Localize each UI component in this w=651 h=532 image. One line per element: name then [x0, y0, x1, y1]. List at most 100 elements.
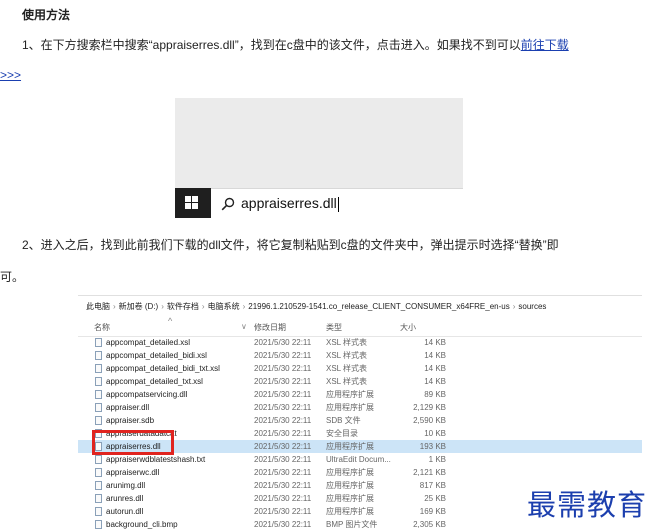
- column-headers: ^ 名称 ∨ 修改日期 类型 大小: [78, 316, 642, 337]
- file-name: arunimg.dll: [106, 481, 146, 490]
- file-icon: [95, 481, 102, 490]
- file-icon: [95, 338, 102, 347]
- file-date: 2021/5/30 22:11: [254, 416, 312, 425]
- file-date: 2021/5/30 22:11: [254, 507, 312, 516]
- file-type: XSL 样式表: [326, 338, 368, 347]
- file-size: 2,121 KB: [413, 468, 446, 477]
- breadcrumb-item[interactable]: 电脑系统: [208, 302, 240, 311]
- file-date: 2021/5/30 22:11: [254, 377, 312, 386]
- file-date: 2021/5/30 22:11: [254, 468, 312, 477]
- breadcrumb-item[interactable]: 新加卷 (D:): [119, 302, 159, 311]
- file-icon: [95, 507, 102, 516]
- breadcrumb: 此电脑 › 新加卷 (D:) › 软件存档 › 电脑系统 › 21996.1.210529-15…: [86, 301, 546, 312]
- article-title: 使用方法: [22, 8, 71, 22]
- file-name: appraiserwc.dll: [106, 468, 160, 477]
- file-date: 2021/5/30 22:11: [254, 481, 312, 490]
- column-header-type[interactable]: 类型: [326, 322, 342, 333]
- file-size: 1 KB: [428, 455, 446, 464]
- file-icon: [95, 351, 102, 360]
- file-type: 安全目录: [326, 429, 358, 438]
- breadcrumb-separator: ›: [512, 302, 516, 311]
- file-type: BMP 图片文件: [326, 520, 378, 529]
- breadcrumb-item[interactable]: sources: [518, 302, 546, 311]
- file-date: 2021/5/30 22:11: [254, 351, 312, 360]
- file-size: 25 KB: [424, 494, 446, 503]
- file-name: appraiser.sdb: [106, 416, 155, 425]
- file-type: 应用程序扩展: [326, 468, 374, 477]
- column-header-size[interactable]: 大小: [400, 322, 416, 333]
- file-size: 817 KB: [419, 481, 446, 490]
- taskbar-search-box[interactable]: appraiserres.dll: [211, 188, 463, 218]
- file-row[interactable]: appcompatservicing.dll 2021/5/30 22:11 应用程…: [78, 388, 642, 401]
- file-icon: [95, 494, 102, 503]
- file-date: 2021/5/30 22:11: [254, 338, 312, 347]
- column-header-name[interactable]: 名称: [94, 322, 110, 333]
- file-date: 2021/5/30 22:11: [254, 520, 312, 529]
- file-type: XSL 样式表: [326, 364, 368, 373]
- file-size: 14 KB: [424, 338, 446, 347]
- file-name: background_cli.bmp: [106, 520, 178, 529]
- file-row[interactable]: appcompat_detailed_bidi_txt.xsl 2021/5/30…: [78, 362, 642, 375]
- file-icon: [95, 468, 102, 477]
- file-size: 14 KB: [424, 364, 446, 373]
- file-date: 2021/5/30 22:11: [254, 494, 312, 503]
- file-date: 2021/5/30 22:11: [254, 403, 312, 412]
- file-size: 193 KB: [419, 442, 446, 451]
- file-row[interactable]: appcompat_detailed_txt.xsl 2021/5/30 22:1…: [78, 375, 642, 388]
- download-link[interactable]: 前往下载: [521, 38, 569, 52]
- file-row[interactable]: appraiser.sdb 2021/5/30 22:11 SDB 文件 2,590 …: [78, 414, 642, 427]
- file-row[interactable]: appcompat_detailed.xsl 2021/5/30 22:11 XSL…: [78, 336, 642, 349]
- breadcrumb-separator: ›: [161, 302, 164, 311]
- file-name: autorun.dll: [106, 507, 144, 516]
- file-row[interactable]: appcompat_detailed_bidi.xsl 2021/5/30 22:…: [78, 349, 642, 362]
- file-date: 2021/5/30 22:11: [254, 442, 312, 451]
- step-2-continuation: 可。: [0, 270, 25, 284]
- file-date: 2021/5/30 22:11: [254, 429, 312, 438]
- file-icon: [95, 520, 102, 529]
- breadcrumb-separator: ›: [242, 302, 246, 311]
- breadcrumb-separator: ›: [201, 302, 205, 311]
- file-icon: [95, 455, 102, 464]
- download-link-arrows[interactable]: >>>: [0, 68, 21, 82]
- file-type: 应用程序扩展: [326, 442, 374, 451]
- file-size: 10 KB: [424, 429, 446, 438]
- file-type: XSL 样式表: [326, 377, 368, 386]
- file-name: arunres.dll: [106, 494, 144, 503]
- file-row[interactable]: appraiser.dll 2021/5/30 22:11 应用程序扩展 2,129 …: [78, 401, 642, 414]
- file-type: 应用程序扩展: [326, 481, 374, 490]
- file-date: 2021/5/30 22:11: [254, 455, 312, 464]
- file-type: XSL 样式表: [326, 351, 368, 360]
- step-1-continuation: >>>: [0, 68, 21, 82]
- file-name: appcompatservicing.dll: [106, 390, 188, 399]
- file-row[interactable]: appraiserwc.dll 2021/5/30 22:11 应用程序扩展 2,12…: [78, 466, 642, 479]
- file-icon: [95, 390, 102, 399]
- file-icon: [95, 403, 102, 412]
- file-name: appcompat_detailed_bidi_txt.xsl: [106, 364, 220, 373]
- search-query: appraiserres.dll: [241, 195, 339, 212]
- sort-indicator-icon: ^: [168, 316, 173, 326]
- step-1-text: 1、在下方搜索栏中搜索“appraiserres.dll”，找到在c盘中的该文件…: [22, 36, 569, 53]
- file-type: 应用程序扩展: [326, 403, 374, 412]
- file-name: appcompat_detailed_txt.xsl: [106, 377, 203, 386]
- file-size: 14 KB: [424, 351, 446, 360]
- breadcrumb-item[interactable]: 软件存档: [167, 302, 199, 311]
- file-size: 169 KB: [419, 507, 446, 516]
- chevron-down-icon[interactable]: ∨: [241, 322, 247, 331]
- breadcrumb-item[interactable]: 此电脑: [86, 302, 110, 311]
- file-type: 应用程序扩展: [326, 494, 374, 503]
- file-type: SDB 文件: [326, 416, 361, 425]
- file-name: appcompat_detailed.xsl: [106, 338, 191, 347]
- breadcrumb-item[interactable]: 21996.1.210529-1541.co_release_CLIENT_CO…: [248, 302, 509, 311]
- file-date: 2021/5/30 22:11: [254, 390, 312, 399]
- file-name: appraiser.dll: [106, 403, 150, 412]
- file-date: 2021/5/30 22:11: [254, 364, 312, 373]
- step-2-text: 2、进入之后，找到此前我们下载的dll文件，将它复制粘贴到c盘的文件夹中，弹出提…: [22, 238, 559, 252]
- highlight-box: [92, 430, 174, 455]
- file-type: 应用程序扩展: [326, 390, 374, 399]
- step-1-body: 1、在下方搜索栏中搜索“appraiserres.dll”，找到在c盘中的该文件…: [22, 38, 521, 52]
- windows-logo-icon: [185, 196, 199, 210]
- search-icon: [221, 197, 235, 211]
- column-header-date[interactable]: 修改日期: [254, 322, 286, 333]
- file-size: 14 KB: [424, 377, 446, 386]
- breadcrumb-separator: ›: [113, 302, 116, 311]
